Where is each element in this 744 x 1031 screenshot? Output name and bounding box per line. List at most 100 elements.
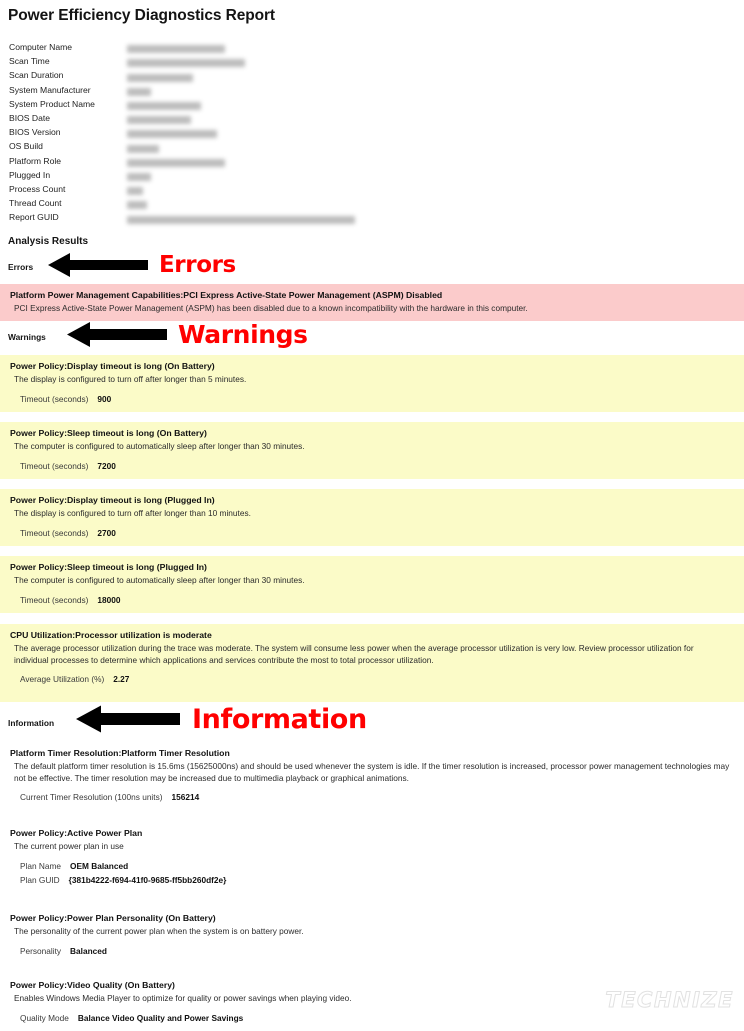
system-info-row: BIOS Date — [9, 111, 429, 125]
warning-title: Power Policy:Sleep timeout is long (On B… — [10, 428, 207, 438]
metric-row: Timeout (seconds) 7200 — [20, 459, 744, 473]
warnings-annotation: Warnings — [67, 321, 308, 348]
info-title: Power Policy:Power Plan Personality (On … — [10, 913, 216, 923]
redacted-value — [127, 187, 143, 196]
info-metrics: Current Timer Resolution (100ns units) 15… — [20, 790, 744, 804]
system-info-row: Thread Count — [9, 196, 429, 210]
system-info-label: Platform Role — [9, 155, 62, 166]
left-arrow-icon — [67, 322, 167, 347]
redacted-value — [127, 87, 151, 96]
information-subsection-label: Information — [8, 718, 55, 728]
warning-item: Power Policy:Sleep timeout is long (On B… — [0, 422, 744, 479]
system-info-row: BIOS Version — [9, 125, 429, 139]
warning-metrics: Timeout (seconds) 900 — [20, 392, 744, 406]
system-info-label: Scan Time — [9, 56, 50, 67]
system-info-label: Thread Count — [9, 198, 62, 209]
system-info-rows: Computer Name Scan Time Scan Duration Syste… — [9, 40, 429, 225]
error-item: Platform Power Management Capabilities:P… — [0, 284, 744, 321]
warning-title: Power Policy:Sleep timeout is long (Plug… — [10, 562, 207, 572]
page-title: Power Efficiency Diagnostics Report — [8, 7, 275, 24]
system-info-row: Process Count — [9, 182, 429, 196]
metric-row: Current Timer Resolution (100ns units) 15… — [20, 790, 744, 804]
system-info-value — [127, 196, 429, 210]
redacted-value — [127, 201, 147, 210]
metric-value: {381b4222-f694-41f0-9685-ff5bb260df2e} — [68, 874, 227, 885]
warning-metrics: Timeout (seconds) 2700 — [20, 526, 744, 540]
metric-name: Quality Mode — [20, 1012, 69, 1023]
warning-description: The computer is configured to automatica… — [14, 575, 305, 585]
redacted-value — [127, 215, 355, 224]
metric-value: 18000 — [97, 594, 121, 605]
system-info-value — [127, 168, 429, 182]
analysis-results-heading: Analysis Results — [8, 236, 89, 247]
system-info-label: Computer Name — [9, 42, 73, 52]
redacted-value — [127, 144, 159, 153]
redacted-value — [127, 73, 193, 82]
metric-name: Timeout (seconds) — [20, 527, 89, 538]
metric-name: Current Timer Resolution (100ns units) — [20, 792, 163, 803]
metric-name: Timeout (seconds) — [20, 594, 89, 605]
system-info-label: BIOS Date — [9, 113, 51, 124]
system-info-label: System Product Name — [9, 98, 95, 109]
warning-description: The computer is configured to automatica… — [14, 441, 305, 451]
errors-annotation-caption: Errors — [159, 251, 236, 278]
metric-value: 2700 — [97, 527, 116, 538]
metric-name: Personality — [20, 945, 62, 956]
system-info-row: Scan Duration — [9, 68, 429, 82]
info-item: Platform Timer Resolution:Platform Timer… — [0, 742, 744, 811]
system-info-label: Process Count — [9, 184, 66, 195]
metric-row: Plan Name OEM Balanced — [20, 859, 744, 873]
redacted-value — [127, 116, 191, 125]
metric-value: 2.27 — [113, 674, 130, 685]
system-info-label: Scan Duration — [9, 70, 64, 81]
info-metrics: Quality Mode Balance Video Quality and Po… — [20, 1011, 744, 1025]
system-info-value — [127, 182, 429, 196]
warning-title: Power Policy:Display timeout is long (Pl… — [10, 495, 215, 505]
error-description: PCI Express Active-State Power Managemen… — [14, 303, 528, 313]
warning-title: Power Policy:Display timeout is long (On… — [10, 361, 215, 371]
system-info-row: OS Build — [9, 139, 429, 153]
system-info-label: System Manufacturer — [9, 84, 91, 95]
metric-row: Personality Balanced — [20, 944, 744, 958]
metric-row: Average Utilization (%) 2.27 — [20, 672, 744, 686]
system-info-table: Computer Name Scan Time Scan Duration Syste… — [9, 40, 429, 225]
metric-value: 900 — [97, 393, 112, 404]
metric-row: Plan GUID {381b4222-f694-41f0-9685-ff5bb2… — [20, 873, 744, 887]
warning-description: The average processor utilization during… — [14, 643, 694, 665]
info-metrics: Plan Name OEM Balanced Plan GUID {381b4222-… — [20, 859, 744, 887]
metric-name: Average Utilization (%) — [20, 674, 105, 685]
system-info-value — [127, 125, 429, 139]
redacted-value — [127, 102, 201, 111]
system-info-row: Plugged In — [9, 168, 429, 182]
system-info-value — [127, 40, 429, 54]
info-item: Power Policy:Active Power Plan The curren… — [0, 822, 744, 893]
warning-item: Power Policy:Display timeout is long (On… — [0, 355, 744, 412]
metric-row: Timeout (seconds) 900 — [20, 392, 744, 406]
info-description: The current power plan in use — [14, 841, 124, 851]
redacted-value — [127, 158, 225, 167]
redacted-value — [127, 173, 151, 182]
metric-value: Balance Video Quality and Power Savings — [77, 1012, 244, 1023]
metric-value: 7200 — [97, 460, 116, 471]
redacted-value — [127, 59, 245, 68]
warning-description: The display is configured to turn off af… — [14, 508, 251, 518]
metric-name: Plan Name — [20, 860, 62, 871]
errors-subsection-label: Errors — [8, 262, 34, 272]
information-annotation-caption: Information — [192, 703, 367, 735]
warning-title: CPU Utilization:Processor utilization is… — [10, 630, 212, 640]
warnings-annotation-caption: Warnings — [178, 320, 308, 349]
info-title: Power Policy:Active Power Plan — [10, 828, 143, 838]
metric-row: Timeout (seconds) 2700 — [20, 526, 744, 540]
system-info-label: OS Build — [9, 141, 43, 152]
system-info-row: Platform Role — [9, 154, 429, 168]
left-arrow-icon — [48, 253, 148, 277]
system-info-value — [127, 97, 429, 111]
warnings-subsection-label: Warnings — [8, 332, 46, 342]
metric-name: Timeout (seconds) — [20, 393, 89, 404]
system-info-value — [127, 111, 429, 125]
system-info-label: BIOS Version — [9, 127, 61, 138]
warning-metrics: Timeout (seconds) 7200 — [20, 459, 744, 473]
warning-item: Power Policy:Sleep timeout is long (Plug… — [0, 556, 744, 613]
redacted-value — [127, 45, 225, 54]
system-info-value — [127, 54, 429, 68]
